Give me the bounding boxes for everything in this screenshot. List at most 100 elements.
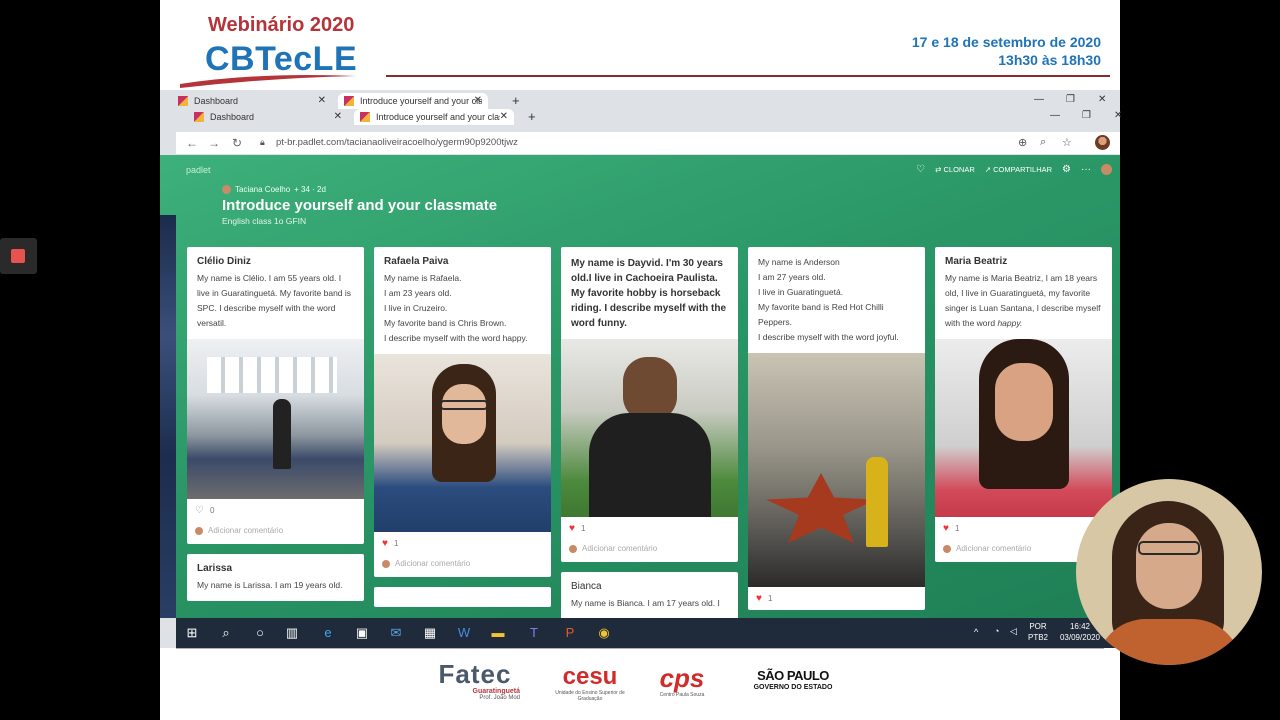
more-icon[interactable]: ··· (1081, 164, 1091, 175)
file-explorer-icon[interactable]: ▬ (490, 625, 506, 641)
gear-icon[interactable]: ⚙ (1062, 164, 1071, 175)
post-card[interactable]: My name is Anderson I am 27 years old. I… (748, 247, 925, 610)
fatec-logo: Fatec Guaratinguetá Prof. João Mod (430, 660, 520, 701)
lock-icon[interactable]: 🔒︎ (260, 137, 265, 148)
post-card[interactable]: Clélio Diniz My name is Clélio. I am 55 … (187, 247, 364, 544)
close-icon[interactable]: ✕ (318, 95, 326, 106)
board-background-strip (160, 215, 176, 618)
tab-dashboard[interactable]: Dashboard ✕ (188, 109, 348, 125)
add-comment[interactable]: Adicionar comentário (374, 555, 551, 577)
post-photo[interactable] (748, 353, 925, 587)
heart-filled-icon[interactable]: ♥ (382, 538, 388, 549)
runner-figure (273, 399, 291, 469)
heart-filled-icon[interactable]: ♥ (569, 523, 575, 534)
share-button[interactable]: ↗ COMPARTILHAR (985, 165, 1052, 174)
post-card[interactable] (374, 587, 551, 607)
profile-avatar[interactable] (1095, 135, 1110, 150)
board-author: Taciana Coelho + 34 · 2d (222, 185, 326, 194)
heart-icon[interactable]: ♡ (916, 164, 925, 175)
heart-outline-icon[interactable]: ♡ (195, 505, 204, 516)
restore-icon[interactable]: ❐ (1066, 94, 1075, 105)
post-body-emphasis: happy. (997, 318, 1023, 328)
back-icon[interactable]: ← (186, 136, 198, 150)
post-card[interactable]: Bianca My name is Bianca. I am 17 years … (561, 572, 738, 618)
column-5: Maria Beatriz My name is Maria Beatriz, … (935, 247, 1112, 572)
post-card[interactable]: Maria Beatriz My name is Maria Beatriz, … (935, 247, 1112, 562)
new-tab-button[interactable]: + (512, 93, 520, 109)
calculator-icon[interactable]: ▦ (422, 625, 438, 641)
column-1: Clélio Diniz My name is Clélio. I am 55 … (187, 247, 364, 611)
author-name: Taciana Coelho (235, 185, 291, 194)
address-bar: ← → ↻ 🔒︎ pt-br.padlet.com/tacianaoliveir… (176, 132, 1120, 154)
logo-swoosh (180, 75, 356, 88)
clone-button[interactable]: ⇄ CLONAR (935, 165, 975, 174)
post-card[interactable]: Rafaela Paiva My name is Rafaela. I am 2… (374, 247, 551, 577)
post-title: Maria Beatriz (945, 256, 1008, 267)
column-3: My name is Dayvid. I'm 30 years old.I li… (561, 247, 738, 618)
padlet-logo[interactable]: padlet (186, 165, 211, 175)
column-4: My name is Anderson I am 27 years old. I… (748, 247, 925, 618)
record-stop-button[interactable] (0, 238, 37, 274)
windows-start-icon[interactable]: ⊞ (184, 625, 200, 641)
tray-chevron-icon[interactable]: ^ (974, 627, 978, 637)
chrome-icon[interactable]: ◉ (596, 625, 612, 641)
post-card[interactable]: My name is Dayvid. I'm 30 years old.I li… (561, 247, 738, 562)
reload-icon[interactable]: ↻ (232, 136, 242, 150)
tab-label: Dashboard (194, 96, 239, 106)
comment-avatar (943, 544, 951, 553)
teams-icon[interactable]: T (526, 625, 542, 641)
zoom-icon[interactable]: ⌕ (1040, 136, 1046, 149)
back-tab-strip: Dashboard ✕ Introduce yourself and your … (160, 93, 1120, 109)
heart-filled-icon[interactable]: ♥ (943, 523, 949, 534)
minimize-icon[interactable]: — (1034, 94, 1044, 105)
front-tab-strip: Dashboard ✕ Introduce yourself and your … (160, 109, 1122, 125)
post-body: My name is Anderson I am 27 years old. I… (748, 247, 925, 353)
url-field[interactable]: pt-br.padlet.com/tacianaoliveiracoelho/y… (276, 137, 518, 148)
edge-icon[interactable]: e (320, 625, 336, 641)
post-photo[interactable] (187, 339, 364, 499)
star-icon[interactable]: ☆ (1062, 136, 1072, 149)
like-count: 1 (393, 539, 399, 548)
heart-filled-icon[interactable]: ♥ (756, 593, 762, 604)
restore-icon[interactable]: ❐ (1082, 110, 1091, 121)
add-comment[interactable]: Adicionar comentário (561, 540, 738, 562)
tab-padlet[interactable]: Introduce yourself and your classm ✕ (354, 109, 514, 125)
board-title: Introduce yourself and your classmate (222, 197, 498, 214)
network-icon[interactable]: ◔ (994, 626, 999, 636)
close-window-icon[interactable]: ✕ (1114, 110, 1122, 121)
close-icon[interactable]: ✕ (334, 111, 342, 122)
post-title: Larissa (197, 563, 233, 574)
post-photo[interactable] (935, 339, 1112, 517)
like-count: 1 (580, 524, 586, 533)
post-line: My name is Anderson (758, 257, 840, 267)
post-body: My name is Bianca. I am 17 years old. I (571, 598, 720, 608)
close-icon[interactable]: ✕ (474, 95, 482, 106)
new-tab-button[interactable]: + (528, 109, 536, 125)
add-comment[interactable]: Adicionar comentário (187, 522, 364, 544)
keyboard-language[interactable]: POR PTB2 (1028, 621, 1048, 643)
post-photo[interactable] (374, 354, 551, 532)
post-photo[interactable] (561, 339, 738, 517)
clone-label: CLONAR (943, 165, 975, 174)
store-icon[interactable]: ▣ (354, 625, 370, 641)
cortana-icon[interactable]: ○ (252, 625, 268, 641)
word-icon[interactable]: W (456, 625, 472, 641)
back-tab-padlet[interactable]: Introduce yourself and your classm ✕ (338, 93, 488, 109)
minimize-icon[interactable]: — (1050, 110, 1060, 121)
close-window-icon[interactable]: ✕ (1098, 94, 1106, 105)
post-card[interactable]: Larissa My name is Larissa. I am 19 year… (187, 554, 364, 601)
user-avatar[interactable] (1101, 164, 1112, 175)
volume-icon[interactable]: ◁ (1010, 626, 1017, 637)
task-view-icon[interactable]: ▥ (284, 625, 300, 641)
search-icon[interactable]: ⌕ (218, 625, 234, 641)
mail-icon[interactable]: ✉ (388, 625, 404, 641)
add-icon[interactable]: ⊕ (1018, 136, 1027, 149)
tab-label: Introduce yourself and your classm (360, 96, 482, 106)
post-likes: ♥ 1 (561, 517, 738, 540)
powerpoint-icon[interactable]: P (562, 625, 578, 641)
back-tab-dashboard[interactable]: Dashboard ✕ (172, 93, 332, 109)
shirt-shape (589, 413, 711, 517)
forward-icon[interactable]: → (208, 136, 220, 150)
post-line: I live in Cruzeiro. (384, 303, 448, 313)
close-icon[interactable]: ✕ (500, 111, 508, 122)
